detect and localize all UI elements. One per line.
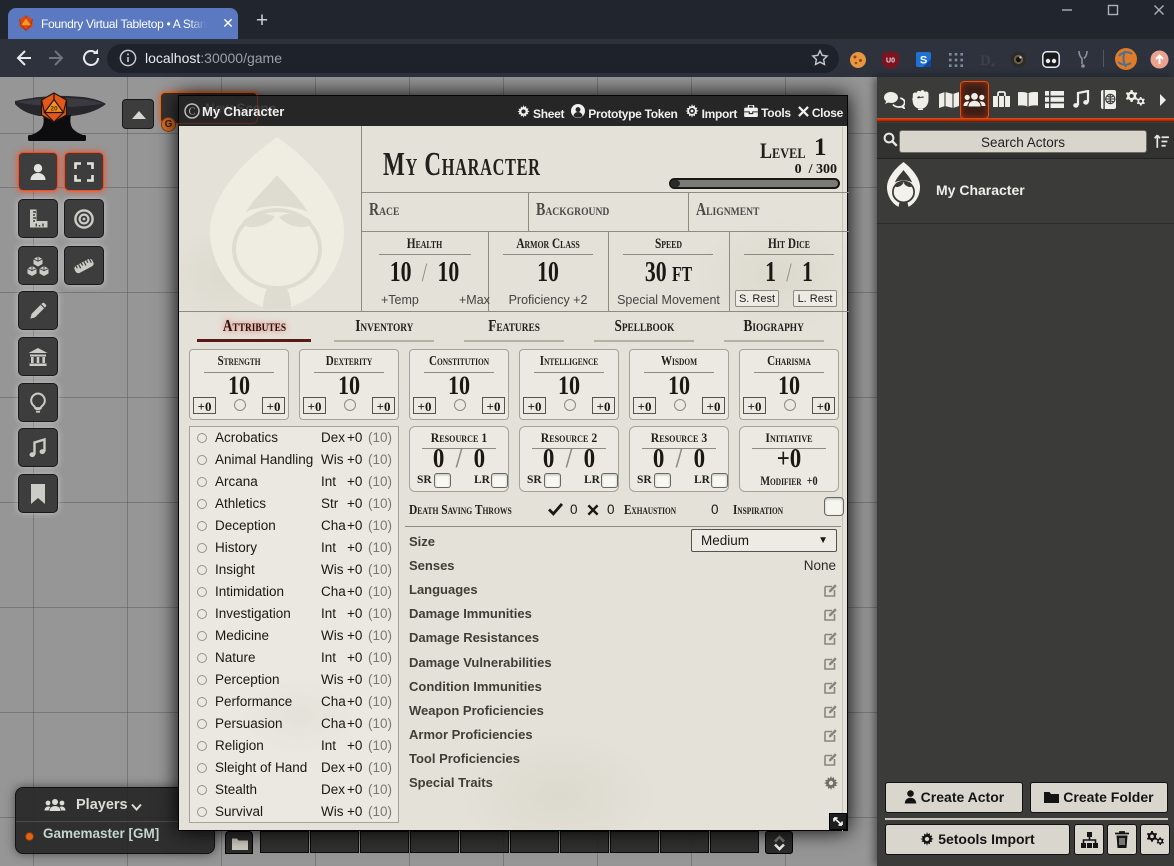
svg-text:D: D: [980, 53, 991, 69]
svg-text:S: S: [920, 55, 927, 67]
svg-text:20: 20: [50, 106, 58, 113]
svg-text:U0: U0: [886, 58, 895, 65]
